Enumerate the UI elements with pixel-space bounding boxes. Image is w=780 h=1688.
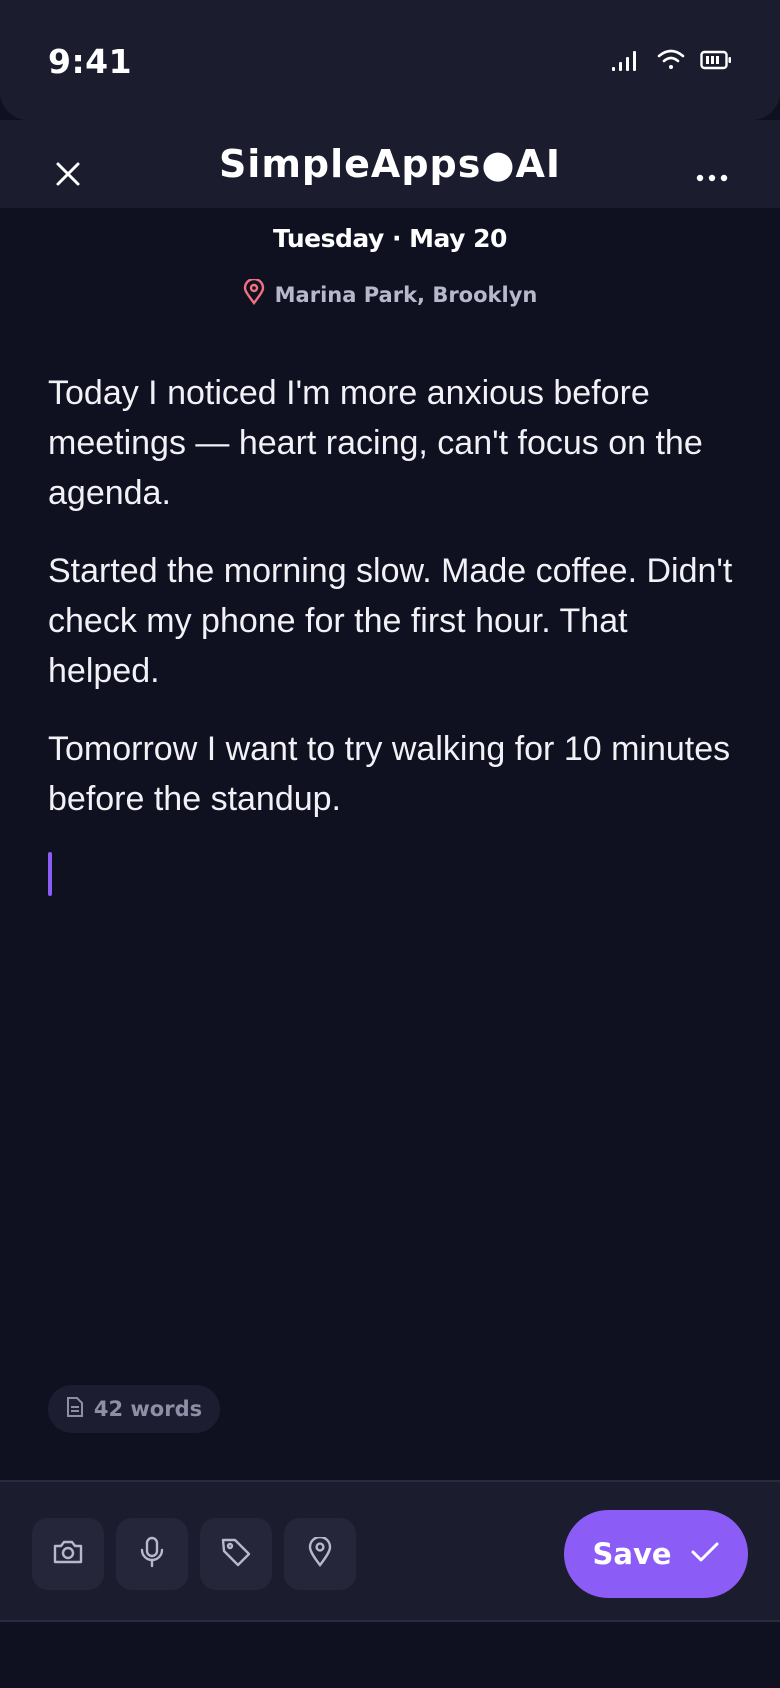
battery-icon: [700, 49, 732, 75]
entry-date: Tuesday · May 20: [273, 224, 507, 253]
status-icons: [610, 48, 732, 76]
entry-paragraph: Today I noticed I'm more anxious before …: [48, 374, 703, 512]
app-header: SimpleApps●AI: [0, 120, 780, 208]
camera-icon: [52, 1538, 84, 1570]
status-time: 9:41: [48, 42, 133, 81]
app-title: SimpleApps●AI: [218, 142, 562, 186]
text-cursor: [48, 852, 52, 896]
save-button[interactable]: Save: [564, 1510, 748, 1598]
signal-icon: [610, 48, 642, 76]
location-pin-icon: [243, 277, 265, 310]
entry-location[interactable]: Marina Park, Brooklyn: [0, 277, 780, 310]
bottom-toolbar: Save: [0, 1480, 780, 1622]
status-bar: 9:41: [0, 0, 780, 120]
microphone-icon: [139, 1536, 165, 1572]
tag-icon: [220, 1536, 252, 1572]
entry-paragraph: Tomorrow I want to try walking for 10 mi…: [48, 730, 731, 818]
wifi-icon: [656, 48, 686, 76]
add-tag-button[interactable]: [200, 1518, 272, 1590]
journal-editor-screen: 9:41 SimpleApps●AI Tuesday · May 20 Mari…: [0, 0, 780, 1688]
add-photo-button[interactable]: [32, 1518, 104, 1590]
save-label: Save: [592, 1537, 672, 1571]
location-label: Marina Park, Brooklyn: [274, 282, 538, 307]
add-location-button[interactable]: [284, 1518, 356, 1590]
document-icon: [66, 1396, 84, 1423]
word-count-label: 42 words: [93, 1397, 203, 1421]
more-options-button[interactable]: [690, 154, 734, 198]
voice-note-button[interactable]: [116, 1518, 188, 1590]
checkmark-icon: [690, 1537, 720, 1571]
word-count-chip: 42 words: [48, 1385, 220, 1433]
entry-paragraph: Started the morning slow. Made coffee. D…: [48, 552, 733, 690]
entry-text-editor[interactable]: Today I noticed I'm more anxious before …: [48, 368, 748, 852]
location-pin-icon: [308, 1535, 332, 1571]
more-icon: [696, 167, 728, 186]
